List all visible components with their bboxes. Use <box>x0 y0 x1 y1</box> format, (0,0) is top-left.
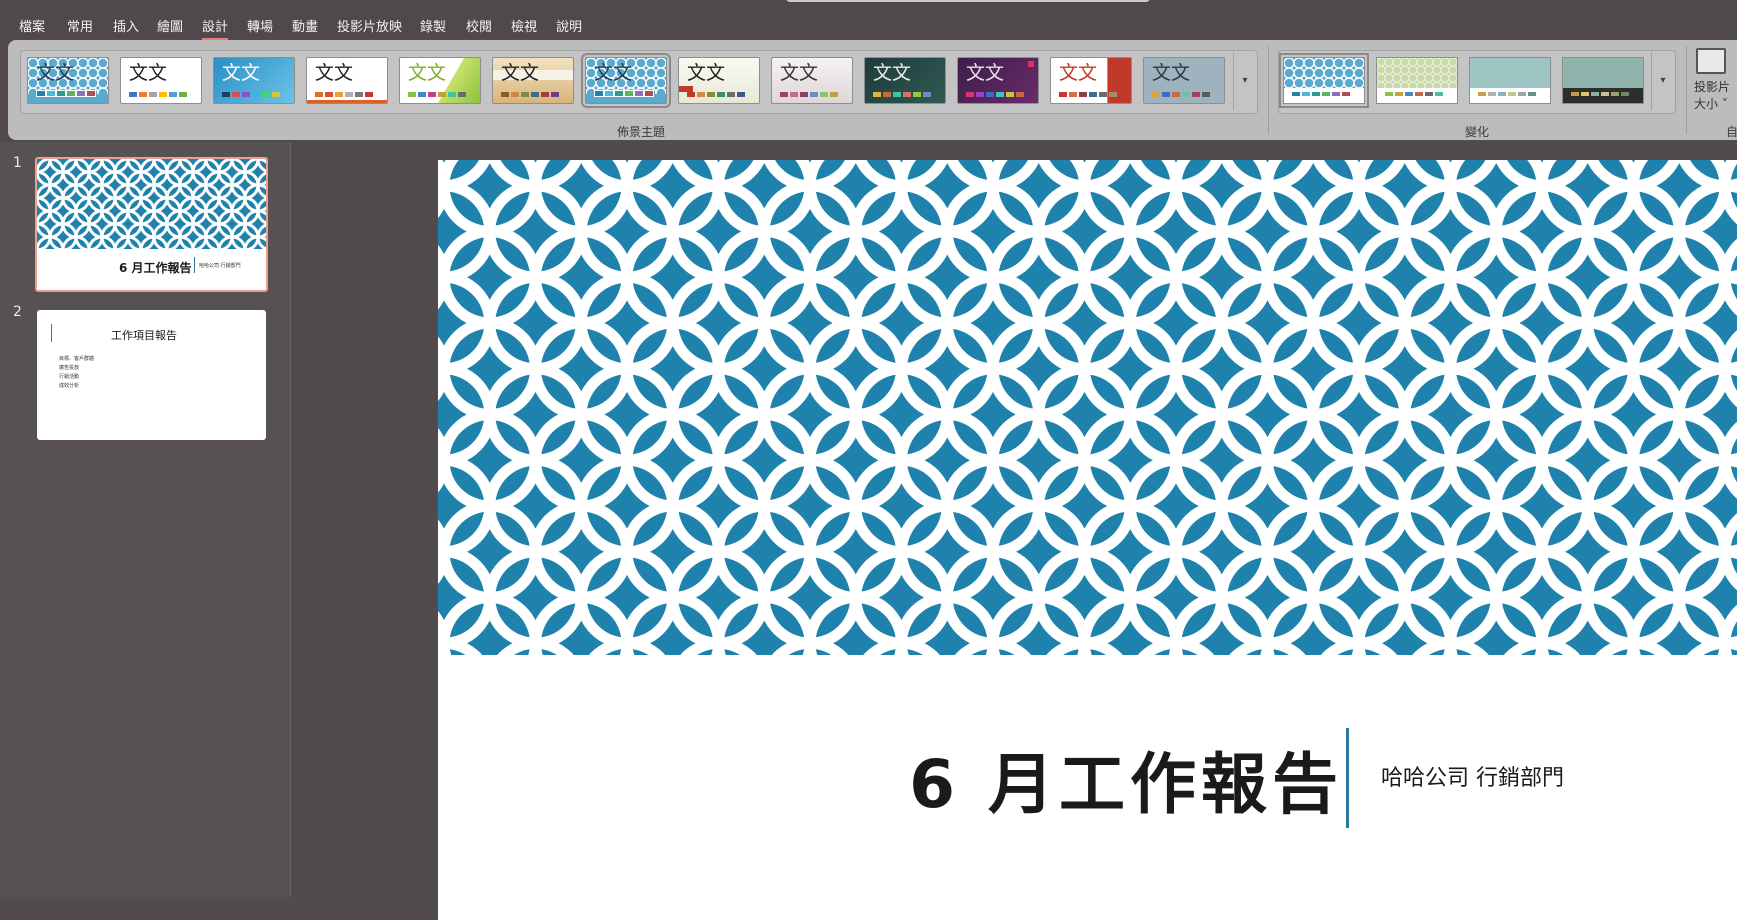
theme-sample-text: 文文 <box>873 62 912 84</box>
circle-pattern-icon <box>37 159 266 249</box>
menu-draw[interactable]: 繪圖 <box>157 16 183 35</box>
theme-sample-text: 文文 <box>594 62 633 84</box>
slide-thumb-2[interactable]: 工作項目報告 目標、客戶群體 廣告投放 行銷活動 成效分析 <box>37 310 266 440</box>
current-slide[interactable]: 6 月工作報告 哈哈公司 行銷部門 <box>438 160 1737 920</box>
slide-subtitle[interactable]: 哈哈公司 行銷部門 <box>1381 760 1564 792</box>
variant-thumb-1[interactable] <box>1279 53 1369 108</box>
slide-size-button[interactable]: 投影片 大小 ˅ <box>1694 48 1737 112</box>
menu-record[interactable]: 錄製 <box>420 16 446 35</box>
slide-size-label-1: 投影片 <box>1694 80 1731 94</box>
theme-sample-text: 文文 <box>501 62 540 84</box>
theme-thumb-ivory[interactable]: 文文 <box>678 57 760 104</box>
theme-thumb-blue[interactable]: 文文 <box>213 57 295 104</box>
slide-thumb-2-bullet: 行銷活動 <box>59 374 80 380</box>
slide-thumb-1[interactable]: 6 月工作報告 哈哈公司 行銷部門 <box>35 157 268 292</box>
menu-animations[interactable]: 動畫 <box>292 16 318 35</box>
theme-thumb-green[interactable]: 文文 <box>399 57 481 104</box>
theme-sample-text: 文文 <box>408 62 447 84</box>
theme-thumb-pink[interactable]: 文文 <box>771 57 853 104</box>
circle-pattern-icon <box>1377 58 1457 88</box>
menu-slideshow[interactable]: 投影片放映 <box>337 16 402 35</box>
theme-thumb-orange[interactable]: 文文 <box>306 57 388 104</box>
slide-number-2: 2 <box>13 304 22 320</box>
customize-group-label: 自 <box>1726 125 1737 139</box>
variant-thumb-4[interactable] <box>1562 57 1644 104</box>
menu-insert[interactable]: 插入 <box>113 16 139 35</box>
theme-thumb-circles-selected[interactable]: 文文 <box>581 53 671 108</box>
theme-sample-text: 文文 <box>780 62 819 84</box>
slide-thumb-2-title: 工作項目報告 <box>111 329 177 342</box>
theme-thumb-office[interactable]: 文文 <box>120 57 202 104</box>
theme-sample-text: 文文 <box>222 62 261 84</box>
slide-thumb-2-accent <box>51 324 52 342</box>
menu-file[interactable]: 檔案 <box>19 16 45 35</box>
theme-sample-text: 文文 <box>966 62 1005 84</box>
slide-thumb-2-bullet: 成效分析 <box>59 383 80 389</box>
menu-design[interactable]: 設計 <box>202 16 229 40</box>
variants-group-label: 變化 <box>1465 125 1490 139</box>
theme-thumb-dark-teal[interactable]: 文文 <box>864 57 946 104</box>
menu-review[interactable]: 校閱 <box>466 16 492 35</box>
theme-thumb-slate[interactable]: 文文 <box>1143 57 1225 104</box>
ribbon-separator <box>1268 46 1269 134</box>
menu-transitions[interactable]: 轉場 <box>247 16 273 35</box>
theme-thumb-wood[interactable]: 文文 <box>492 57 574 104</box>
themes-more-button[interactable]: ▾ <box>1233 52 1256 110</box>
menu-help[interactable]: 說明 <box>556 16 582 35</box>
menu-view[interactable]: 檢視 <box>511 16 537 35</box>
variant-thumb-3[interactable] <box>1469 57 1551 104</box>
slide-thumb-2-bullet: 目標、客戶群體 <box>59 356 95 362</box>
ribbon-separator <box>1686 46 1687 134</box>
title-bar-remnant <box>786 0 1150 2</box>
slide-number-1: 1 <box>13 155 22 171</box>
theme-sample-text: 文文 <box>36 62 75 84</box>
theme-thumb-circles[interactable]: 文文 <box>27 57 109 104</box>
slide-thumb-1-title: 6 月工作報告 <box>119 261 192 275</box>
theme-sample-text: 文文 <box>315 62 354 84</box>
theme-thumb-red[interactable]: 文文 <box>1050 57 1132 104</box>
menu-bar: 檔案 常用 插入 繪圖 設計 轉場 動畫 投影片放映 錄製 校閱 檢視 說明 <box>0 0 1737 40</box>
slide-thumb-2-bullet: 廣告投放 <box>59 365 80 371</box>
themes-group-label: 佈景主題 <box>617 125 666 139</box>
slide-size-label-2: 大小 ˅ <box>1694 97 1728 111</box>
slide-thumb-1-divider <box>194 257 195 273</box>
theme-thumb-purple[interactable]: 文文 <box>957 57 1039 104</box>
slide-thumb-1-subtitle: 哈哈公司 行銷部門 <box>199 263 241 269</box>
menu-home[interactable]: 常用 <box>67 16 93 35</box>
slide-size-icon <box>1696 48 1726 74</box>
theme-sample-text: 文文 <box>1059 62 1098 84</box>
title-divider-line <box>1346 728 1349 828</box>
variant-thumb-2[interactable] <box>1376 57 1458 104</box>
theme-sample-text: 文文 <box>687 62 726 84</box>
theme-sample-text: 文文 <box>129 62 168 84</box>
circle-pattern-icon <box>1284 58 1364 88</box>
theme-sample-text: 文文 <box>1152 62 1191 84</box>
slide-title[interactable]: 6 月工作報告 <box>898 731 1343 827</box>
circle-pattern-background <box>438 160 1737 655</box>
variants-more-button[interactable]: ▾ <box>1651 52 1674 110</box>
